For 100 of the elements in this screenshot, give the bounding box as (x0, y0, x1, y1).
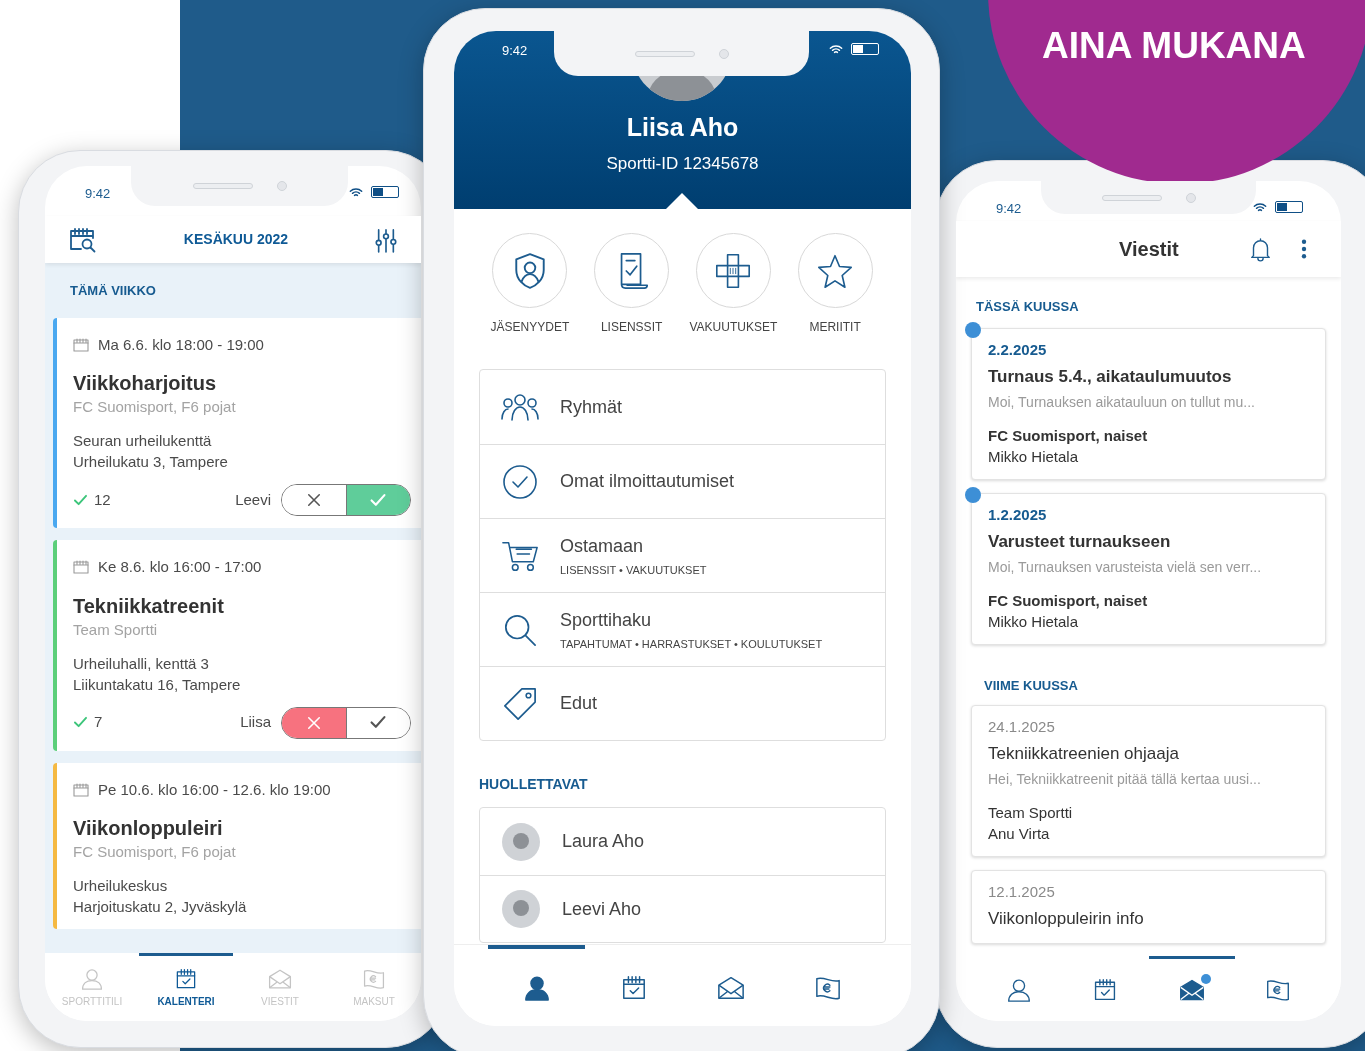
nav-tab[interactable]: KALENTERI (139, 953, 233, 1021)
calendar-search-icon[interactable] (69, 226, 97, 253)
close-icon (306, 493, 321, 507)
attendee-count: 12 (94, 489, 111, 510)
screen-title: Viestit (1119, 237, 1179, 262)
accept-button[interactable] (345, 707, 410, 738)
shortcut-label: VAKUUTUKSET (689, 319, 778, 336)
message-sender: Team Sportti (988, 803, 1074, 823)
menu-item[interactable]: Omat ilmoittautumiset (480, 444, 885, 518)
calendar-icon (73, 560, 89, 575)
event-date: Ma 6.6. klo 18:00 - 19:00 (98, 334, 264, 355)
dependant-item[interactable]: Leevi Aho (480, 875, 885, 942)
message-title: Tekniikkatreenien ohjaaja (988, 743, 1180, 765)
message-card[interactable]: 24.1.2025 Tekniikkatreenien ohjaaja Hei, Tekniikkatreenit pitää tällä kertaa uusi... Team Sportti Anu Virta (971, 705, 1326, 857)
event-title: Viikonloppuleiri (73, 816, 224, 841)
more-icon[interactable] (1301, 239, 1307, 259)
bandage-icon (715, 251, 752, 290)
month-title: KESÄKUU 2022 (183, 230, 289, 249)
section-title: TÄSSÄ KUUSSA (975, 298, 1080, 316)
calendar-icon (73, 782, 89, 797)
close-icon (306, 715, 321, 730)
event-team: FC Suomisport, F6 pojat (73, 842, 237, 862)
message-card[interactable]: 1.2.2025 Varusteet turnaukseen Moi, Turnauksen varusteista vielä sen verr... FC Suomisport, naiset Mikko Hietala (971, 492, 1326, 645)
banknote-icon (814, 974, 843, 1001)
accept-button[interactable] (345, 485, 410, 515)
filter-icon[interactable] (375, 226, 397, 253)
event-address: Liikuntakatu 16, Tampere (73, 674, 242, 695)
envelope-icon (268, 968, 292, 990)
avatar (502, 890, 540, 928)
status-time: 9:42 (996, 200, 1022, 218)
menu-item[interactable]: Ryhmät (480, 370, 885, 444)
people-icon (500, 393, 540, 421)
attendee-count: 7 (94, 712, 103, 733)
participant-name: Liisa (240, 712, 271, 733)
calendar-check-icon (174, 968, 198, 990)
event-date: Pe 10.6. klo 16:00 - 12.6. klo 19:00 (98, 779, 331, 800)
dependant-item[interactable]: Laura Aho (480, 808, 885, 875)
message-title: Viikonloppuleirin info (988, 908, 1145, 930)
response-toggle[interactable] (281, 706, 411, 739)
avatar (502, 822, 540, 861)
shortcut-label: MERIITIT (809, 319, 861, 336)
tag-icon (503, 686, 537, 721)
banknote-icon (1264, 978, 1291, 1002)
header-pointer (666, 193, 698, 209)
decline-button[interactable] (282, 707, 346, 738)
section-title: TÄMÄ VIIKKO (69, 282, 157, 300)
wifi-icon (829, 43, 843, 55)
message-title: Varusteet turnaukseen (988, 530, 1172, 553)
check-icon (73, 493, 88, 507)
event-date: Ke 8.6. klo 16:00 - 17:00 (98, 557, 262, 577)
section-title: VIIME KUUSSA (983, 676, 1079, 695)
wifi-icon (349, 186, 363, 198)
speaker-slot (192, 183, 253, 189)
wifi-icon (1253, 201, 1267, 213)
event-address: Urheilukatu 3, Tampere (73, 452, 229, 472)
message-date: 24.1.2025 (988, 717, 1056, 737)
speaker-slot (1101, 194, 1162, 201)
envelope-icon (1178, 978, 1205, 1002)
shortcut-label: LISENSSIT (600, 319, 663, 336)
event-title: Viikkoharjoitus (73, 371, 217, 396)
message-author: Mikko Hietala (988, 611, 1080, 632)
search-icon (503, 612, 537, 647)
event-card[interactable]: Ke 8.6. klo 16:00 - 17:00 Tekniikkatreenit Team Sportti Urheiluhalli, kenttä 3 Liikuntakatu 16, Tampere 7 Liisa (53, 540, 421, 751)
person-icon (1006, 978, 1033, 1002)
battery-icon (371, 186, 399, 198)
event-place: Urheilukeskus (73, 876, 169, 896)
event-place: Urheiluhalli, kenttä 3 (73, 653, 210, 674)
event-card[interactable]: Ma 6.6. klo 18:00 - 19:00 Viikkoharjoitus FC Suomisport, F6 pojat Seuran urheilukenttä Urheilukatu 3, Tampere 12 Leevi (53, 317, 421, 528)
menu-item[interactable]: Edut (480, 666, 885, 740)
menu-item[interactable]: Ostamaan LISENSSIT • VAKUUTUKSET (480, 518, 885, 592)
status-time: 9:42 (85, 185, 111, 203)
message-card[interactable]: 12.1.2025 Viikonloppuleirin info (971, 870, 1326, 944)
speaker-slot (634, 50, 695, 57)
message-sender: FC Suomisport, naiset (988, 425, 1149, 446)
calendar-icon (73, 337, 89, 352)
event-card[interactable]: Pe 10.6. klo 16:00 - 12.6. klo 19:00 Viikonloppuleiri FC Suomisport, F6 pojat Urheilukeskus Harjoituskatu 2, Jyväskylä (53, 762, 421, 929)
message-date: 12.1.2025 (988, 882, 1056, 902)
status-time: 9:42 (502, 42, 528, 60)
banknote-icon (362, 968, 386, 990)
message-preview: Moi, Turnauksen aikatauluun on tullut mu... (988, 392, 1256, 412)
person-icon (522, 974, 551, 1001)
response-toggle[interactable] (281, 484, 411, 516)
bell-icon[interactable] (1250, 236, 1271, 262)
message-preview: Moi, Turnauksen varusteista vielä sen verr... (988, 557, 1263, 577)
event-team: Team Sportti (73, 619, 159, 640)
message-title: Turnaus 5.4., aikataulumuutos (988, 365, 1233, 388)
participant-name: Leevi (235, 489, 271, 510)
menu-item[interactable]: Sporttihaku TAPAHTUMAT • HARRASTUKSET • KOULUTUKSET (480, 592, 885, 666)
section-title: HUOLLETTAVAT (479, 775, 589, 794)
message-author: Anu Virta (988, 824, 1051, 844)
shortcut-label: JÄSENYYDET (490, 319, 570, 336)
person-icon (80, 968, 104, 990)
message-card[interactable]: 2.2.2025 Turnaus 5.4., aikataulumuutos Moi, Turnauksen aikatauluun on tullut mu... FC Suomisport, naiset Mikko Hietala (971, 327, 1326, 480)
check-circle-icon (502, 463, 538, 500)
message-author: Mikko Hietala (988, 446, 1080, 467)
message-preview: Hei, Tekniikkatreenit pitää tällä kertaa uusi... (988, 770, 1262, 789)
battery-icon (851, 43, 879, 55)
banner-text: AINA MUKANA (1042, 24, 1306, 68)
battery-icon (1275, 201, 1303, 213)
event-title: Tekniikkatreenit (73, 593, 225, 619)
